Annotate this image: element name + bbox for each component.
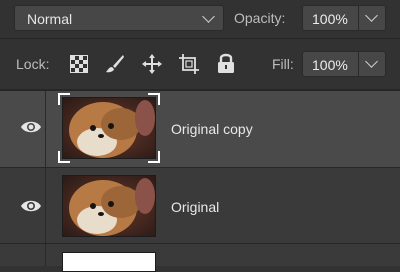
chevron-down-icon bbox=[202, 10, 215, 23]
layer-row-original[interactable]: Original bbox=[0, 168, 400, 244]
visibility-toggle[interactable] bbox=[0, 168, 46, 243]
dog-photo-thumbnail bbox=[63, 176, 155, 236]
opacity-field[interactable]: 100% bbox=[302, 5, 386, 31]
layer-row-partial[interactable] bbox=[0, 244, 400, 266]
layer-name[interactable]: Original bbox=[171, 199, 219, 215]
opacity-label: Opacity: bbox=[234, 10, 286, 26]
fill-value: 100% bbox=[312, 57, 348, 73]
fill-label: Fill: bbox=[272, 56, 294, 72]
fill-dropdown-button[interactable] bbox=[358, 52, 385, 76]
lock-artboard-icon[interactable] bbox=[178, 53, 200, 75]
lock-all-icon[interactable] bbox=[217, 52, 235, 74]
blend-mode-dropdown[interactable]: Normal bbox=[14, 5, 224, 31]
lock-fill-bar: Lock: Fill: 100% bbox=[0, 39, 400, 89]
lock-transparent-pixels-icon[interactable] bbox=[70, 55, 88, 73]
fill-field[interactable]: 100% bbox=[302, 51, 386, 77]
layer-row-original-copy[interactable]: Original copy bbox=[0, 91, 400, 168]
visibility-toggle[interactable] bbox=[0, 91, 46, 167]
visibility-toggle[interactable] bbox=[0, 244, 46, 266]
layer-thumbnail bbox=[62, 175, 156, 237]
lock-position-icon[interactable] bbox=[141, 53, 163, 75]
chevron-down-icon bbox=[365, 9, 378, 22]
lock-label: Lock: bbox=[16, 56, 50, 72]
layer-name[interactable]: Original copy bbox=[171, 121, 253, 137]
layer-thumbnail-white bbox=[62, 252, 156, 272]
eye-icon[interactable] bbox=[20, 199, 42, 213]
layer-options-bar: Normal Opacity: 100% bbox=[0, 0, 400, 38]
opacity-value: 100% bbox=[312, 11, 348, 27]
opacity-dropdown-button[interactable] bbox=[358, 6, 385, 30]
selection-corner-brackets bbox=[58, 93, 160, 163]
chevron-down-icon bbox=[365, 55, 378, 68]
lock-image-pixels-icon[interactable] bbox=[105, 54, 125, 74]
blend-mode-value: Normal bbox=[27, 11, 73, 27]
eye-icon[interactable] bbox=[20, 120, 42, 134]
